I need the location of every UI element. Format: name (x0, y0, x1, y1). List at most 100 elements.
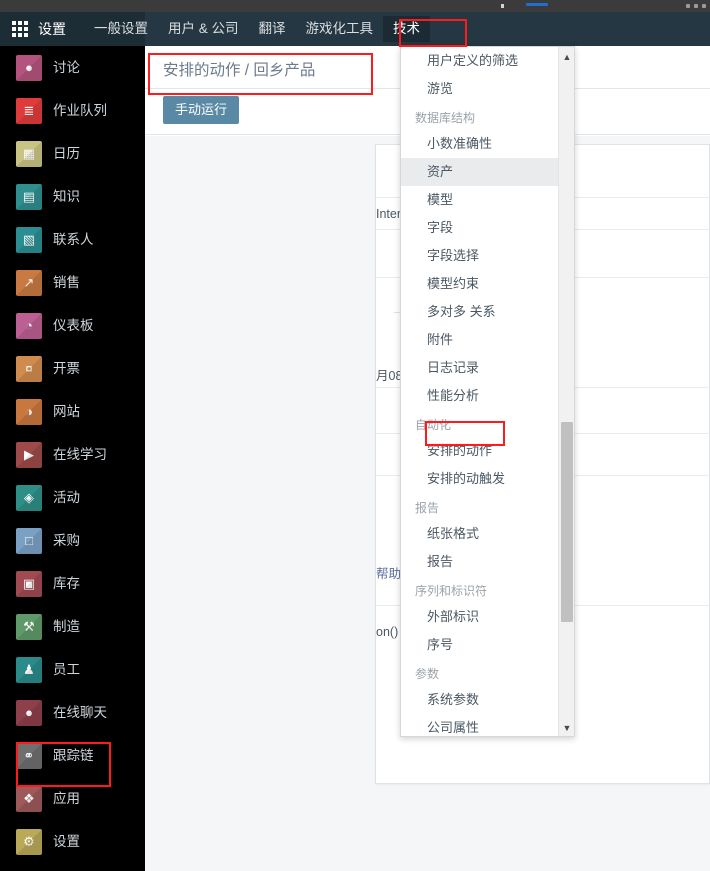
dropdown-menu-item[interactable]: 字段选择 (401, 242, 559, 270)
apps-cube-icon: ❖ (16, 785, 42, 812)
dropdown-section-header: 参数 (415, 667, 440, 681)
dropdown-menu-item[interactable]: 资产 (401, 158, 559, 186)
book-icon: ▤ (16, 183, 42, 210)
sidebar-item-1[interactable]: ≣ 作业队列 (0, 89, 145, 132)
browser-tab-marker (501, 4, 504, 8)
dropdown-menu-item[interactable]: 纸张格式 (401, 520, 559, 548)
sidebar-item-label: 应用 (53, 790, 80, 806)
nav-item-general-settings[interactable]: 一般设置 (84, 16, 158, 42)
sidebar-item-14[interactable]: ♟ 员工 (0, 648, 145, 691)
dropdown-menu-item[interactable]: 多对多 关系 (401, 298, 559, 326)
dropdown-section-header: 自动化 (415, 418, 452, 432)
app-sidebar: ● 讨论 ≣ 作业队列 ▦ 日历 ▤ 知识 ▧ 联系人 ↗ 销售 ◔ 仪表板 ¤ 开票 ◑ 网站 ▶ 在线学习 ◈ 活动 □… (0, 46, 145, 871)
sidebar-item-3[interactable]: ▤ 知识 (0, 175, 145, 218)
grid-apps-icon[interactable] (12, 21, 28, 37)
gear-icon: ⚙ (16, 828, 42, 855)
sidebar-item-label: 制造 (53, 618, 80, 634)
dropdown-menu-item[interactable]: 外部标识 (401, 603, 559, 631)
live-chat-icon: ● (16, 699, 42, 726)
invoice-icon: ¤ (16, 355, 42, 382)
sidebar-item-6[interactable]: ◔ 仪表板 (0, 304, 145, 347)
dropdown-menu-item[interactable]: 安排的动触发 (401, 465, 559, 493)
sidebar-item-label: 设置 (53, 833, 80, 849)
sidebar-item-17[interactable]: ❖ 应用 (0, 777, 145, 820)
ticket-icon: ◈ (16, 484, 42, 511)
dropdown-menu-item[interactable]: 序号 (401, 631, 559, 659)
nav-item-technical[interactable]: 技术 (383, 16, 431, 42)
dropdown-menu-item[interactable]: 用户定义的筛选 (401, 47, 559, 75)
dropdown-section-header: 数据库结构 (415, 111, 476, 125)
dropdown-menu-item[interactable]: 游览 (401, 75, 559, 103)
dropdown-scrollbar[interactable]: ▲ ▼ (558, 47, 574, 736)
dropdown-section-header: 报告 (415, 501, 440, 515)
dropdown-menu-item[interactable]: 字段 (401, 214, 559, 242)
globe-icon: ◑ (16, 398, 42, 425)
sidebar-item-label: 作业队列 (53, 102, 107, 118)
dropdown-item-list: 用户定义的筛选 游览数据库结构小数准确性 资产 模型 字段 字段选择 模型约束 多对多 关系附… (401, 47, 559, 736)
sidebar-item-label: 活动 (53, 489, 80, 505)
scroll-up-arrow-icon[interactable]: ▲ (559, 49, 574, 65)
calendar-icon: ▦ (16, 140, 42, 167)
link-chain-icon: ⚭ (16, 742, 42, 769)
sidebar-item-label: 在线学习 (53, 446, 107, 462)
sidebar-item-label: 开票 (53, 360, 80, 376)
sidebar-item-11[interactable]: □ 采购 (0, 519, 145, 562)
sidebar-item-10[interactable]: ◈ 活动 (0, 476, 145, 519)
sidebar-item-12[interactable]: ▣ 库存 (0, 562, 145, 605)
technical-dropdown-menu: 用户定义的筛选 游览数据库结构小数准确性 资产 模型 字段 字段选择 模型约束 多对多 关系附… (400, 46, 575, 737)
sidebar-item-9[interactable]: ▶ 在线学习 (0, 433, 145, 476)
sidebar-item-5[interactable]: ↗ 销售 (0, 261, 145, 304)
nav-item-gamification[interactable]: 游戏化工具 (296, 16, 384, 42)
contact-card-icon: ▧ (16, 226, 42, 253)
dropdown-menu-item[interactable]: 性能分析 (401, 382, 559, 410)
sidebar-item-label: 库存 (53, 575, 80, 591)
dropdown-menu-item[interactable]: 模型 (401, 186, 559, 214)
dropdown-menu-item[interactable]: 公司属性 (401, 714, 559, 736)
sidebar-item-18[interactable]: ⚙ 设置 (0, 820, 145, 863)
navbar-brand[interactable]: 设置 (38, 16, 84, 42)
sidebar-item-2[interactable]: ▦ 日历 (0, 132, 145, 175)
people-icon: ♟ (16, 656, 42, 683)
scroll-down-arrow-icon[interactable]: ▼ (559, 720, 574, 736)
sidebar-item-label: 联系人 (53, 231, 94, 247)
nav-item-users-companies[interactable]: 用户 & 公司 (158, 16, 249, 42)
sidebar-item-label: 跟踪链 (53, 747, 94, 763)
sidebar-item-7[interactable]: ¤ 开票 (0, 347, 145, 390)
nav-item-translations[interactable]: 翻译 (249, 16, 296, 42)
window-close-icon[interactable] (702, 4, 706, 8)
sidebar-item-16[interactable]: ⚭ 跟踪链 (0, 734, 145, 777)
top-navbar: 设置 一般设置 用户 & 公司 翻译 游戏化工具 技术 (0, 12, 710, 46)
breadcrumb[interactable]: 安排的动作 / 回乡产品 (163, 58, 315, 80)
app-root: 设置 一般设置 用户 & 公司 翻译 游戏化工具 技术 ● 讨论 ≣ 作业队列 ▦ 日历 ▤… (0, 0, 710, 871)
sidebar-item-label: 员工 (53, 661, 80, 677)
sidebar-item-15[interactable]: ● 在线聊天 (0, 691, 145, 734)
scrollbar-thumb[interactable] (561, 422, 573, 622)
sidebar-item-4[interactable]: ▧ 联系人 (0, 218, 145, 261)
dropdown-section-header: 序列和标识符 (415, 584, 488, 598)
sidebar-item-label: 知识 (53, 188, 80, 204)
window-minimize-icon[interactable] (686, 4, 690, 8)
wrench-icon: ⚒ (16, 613, 42, 640)
form-field-code: on() (376, 625, 399, 639)
window-maximize-icon[interactable] (694, 4, 698, 8)
dropdown-menu-item[interactable]: 系统参数 (401, 686, 559, 714)
form-field-help-link[interactable]: 帮助 (376, 563, 401, 582)
sidebar-item-0[interactable]: ● 讨论 (0, 46, 145, 89)
dropdown-menu-item[interactable]: 小数准确性 (401, 130, 559, 158)
manual-run-button[interactable]: 手动运行 (163, 96, 240, 124)
sidebar-item-label: 采购 (53, 532, 80, 548)
sidebar-item-label: 网站 (53, 403, 80, 419)
dropdown-menu-item[interactable]: 附件 (401, 326, 559, 354)
elearning-icon: ▶ (16, 441, 42, 468)
sidebar-item-label: 仪表板 (53, 317, 94, 333)
trend-chart-icon: ↗ (16, 269, 42, 296)
chat-bubble-icon: ● (16, 54, 42, 81)
sidebar-item-label: 日历 (53, 145, 80, 161)
browser-active-tab[interactable] (526, 3, 548, 6)
dropdown-menu-item[interactable]: 报告 (401, 548, 559, 576)
sidebar-item-13[interactable]: ⚒ 制造 (0, 605, 145, 648)
dropdown-menu-item[interactable]: 模型约束 (401, 270, 559, 298)
sidebar-item-8[interactable]: ◑ 网站 (0, 390, 145, 433)
dropdown-menu-item[interactable]: 日志记录 (401, 354, 559, 382)
dropdown-menu-item[interactable]: 安排的动作 (401, 437, 559, 465)
